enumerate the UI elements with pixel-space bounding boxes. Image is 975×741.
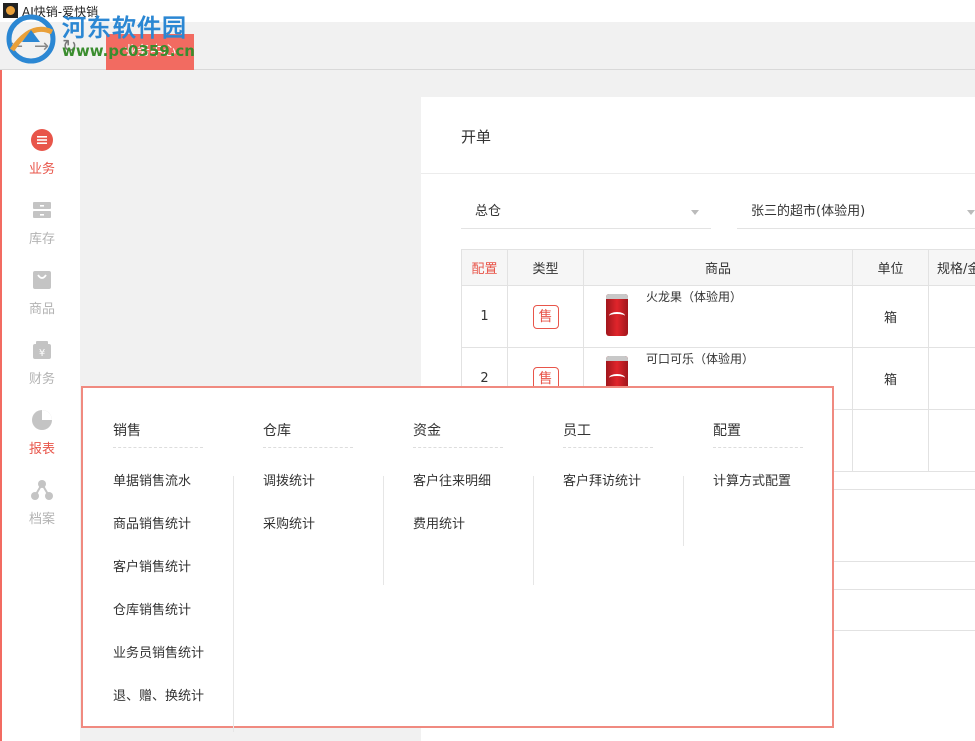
menu-column-heading: 员工	[563, 420, 653, 448]
table-row[interactable]: 1 售 火龙果（体验用） 箱	[461, 285, 975, 348]
tab-business-center[interactable]: 业务中心	[106, 34, 194, 70]
sidebar-item-label: 报表	[28, 442, 55, 457]
menu-item[interactable]: 计算方式配置	[713, 470, 791, 489]
menu-item[interactable]: 客户拜访统计	[563, 470, 641, 489]
customer-select-value: 张三的超市(体验用)	[751, 204, 866, 219]
column-divider	[533, 476, 534, 585]
product-name[interactable]: 可口可乐（体验用）	[646, 350, 754, 367]
menu-item[interactable]: 费用统计	[413, 513, 465, 532]
menu-column-heading: 配置	[713, 420, 803, 448]
column-divider	[383, 476, 384, 585]
unit-value: 箱	[852, 347, 929, 410]
share-icon	[31, 480, 53, 500]
menu-item[interactable]: 业务员销售统计	[113, 642, 204, 661]
menu-column-heading: 仓库	[263, 420, 353, 448]
window-titlebar: AI快销-爱快销	[0, 0, 975, 22]
sidebar-item-archive[interactable]: 档案	[2, 478, 82, 527]
spec-cell[interactable]	[928, 347, 975, 410]
table-header-row: 配置 类型 商品 单位 规格/金	[461, 249, 975, 286]
refresh-icon[interactable]: ↻	[62, 36, 77, 57]
menu-column-heading: 资金	[413, 420, 503, 448]
yen-icon: ¥	[33, 341, 51, 359]
sidebar-item-finance[interactable]: ¥ 财务	[2, 338, 82, 387]
reports-dropdown-menu: 销售 单据销售流水 商品销售统计 客户销售统计 仓库销售统计 业务员销售统计 退…	[81, 386, 834, 732]
page-title: 开单	[461, 128, 492, 146]
menu-item[interactable]: 仓库销售统计	[113, 599, 191, 618]
row-number: 1	[461, 285, 508, 348]
column-divider	[233, 476, 234, 732]
app-icon	[3, 3, 18, 18]
product-name[interactable]: 火龙果（体验用）	[646, 288, 742, 305]
menu-item[interactable]: 单据销售流水	[113, 470, 191, 489]
menu-item[interactable]: 商品销售统计	[113, 513, 191, 532]
sidebar-item-label: 商品	[28, 302, 55, 317]
sidebar-item-label: 业务	[28, 162, 55, 177]
sidebar-item-label: 档案	[28, 512, 55, 527]
toolbar: ← → ↻ 业务中心	[0, 22, 975, 70]
product-image	[606, 294, 628, 336]
sidebar-item-business[interactable]: 业务	[2, 128, 82, 177]
menu-item[interactable]: 调拨统计	[263, 470, 315, 489]
sidebar-item-inventory[interactable]: 库存	[2, 198, 82, 247]
forward-arrow-icon[interactable]: →	[34, 36, 49, 57]
chevron-down-icon	[691, 210, 699, 215]
menu-item[interactable]: 客户往来明细	[413, 470, 491, 489]
column-header-spec: 规格/金	[928, 249, 975, 286]
menu-column-heading: 销售	[113, 420, 203, 448]
column-header-product: 商品	[583, 249, 853, 286]
pie-chart-icon	[32, 410, 52, 430]
menu-item[interactable]: 客户销售统计	[113, 556, 191, 575]
bag-icon	[33, 271, 51, 289]
window-title: AI快销-爱快销	[22, 5, 99, 19]
warehouse-select[interactable]: 总仓	[461, 197, 711, 229]
sidebar-item-label: 财务	[28, 372, 55, 387]
column-header-config[interactable]: 配置	[461, 249, 508, 286]
menu-item[interactable]: 退、赠、换统计	[113, 685, 204, 704]
svg-text:¥: ¥	[39, 348, 45, 359]
menu-item[interactable]: 采购统计	[263, 513, 315, 532]
menu-circle-icon	[31, 129, 53, 151]
divider	[421, 173, 975, 174]
back-arrow-icon[interactable]: ←	[8, 36, 23, 57]
column-header-type: 类型	[507, 249, 584, 286]
warehouse-select-value: 总仓	[475, 204, 502, 219]
column-header-unit: 单位	[852, 249, 929, 286]
sale-type-badge[interactable]: 售	[532, 304, 559, 329]
unit-value: 箱	[852, 285, 929, 348]
sidebar-item-label: 库存	[28, 232, 55, 247]
column-divider	[683, 476, 684, 546]
sidebar-item-products[interactable]: 商品	[2, 268, 82, 317]
chevron-down-icon	[967, 210, 975, 215]
customer-select[interactable]: 张三的超市(体验用)	[737, 197, 975, 229]
storage-icon	[33, 202, 51, 218]
sidebar-item-reports[interactable]: 报表	[2, 408, 82, 457]
spec-cell[interactable]	[928, 285, 975, 348]
sidebar: 业务 库存 商品 ¥ 财务 报表 档案	[0, 70, 80, 741]
